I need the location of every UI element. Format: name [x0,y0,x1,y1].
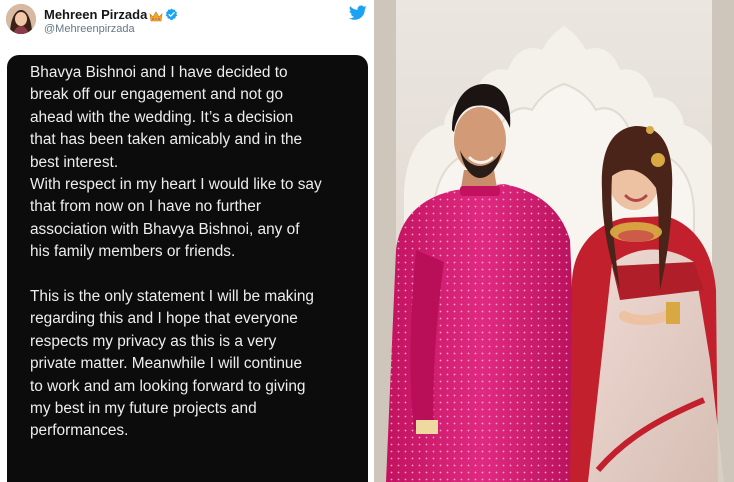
statement-line: his family members or friends. [30,243,236,261]
statement-line: association with Bhavya Bishnoi, any of [30,220,300,238]
statement-line: best interest. [30,153,119,171]
statement-line: my best in my future projects and [30,400,257,418]
statement-line: private matter. Meanwhile I will continu… [30,355,303,373]
statement-line: regarding this and I hope that everyone [30,310,298,328]
statement-line: that from now on I have no further [30,198,261,216]
statement-line: With respect in my heart I would like to… [30,176,322,194]
couple-photo [374,0,734,482]
statement-line: to work and am looking forward to giving [30,377,306,395]
statement-image: Bhavya Bishnoi and I have decided to bre… [7,55,368,482]
statement-line: respects my privacy as this is a very [30,332,277,350]
statement-line: performances. [30,422,129,440]
couple-photo-illustration [374,0,734,482]
verified-badge-icon [165,8,178,21]
tweet-header: Mehreen Pirzada @Mehreenpirzada [0,0,374,50]
statement-line: Bhavya Bishnoi and I have decided to [30,64,288,81]
crown-emoji-icon [149,9,163,21]
user-handle[interactable]: @Mehreenpirzada [44,23,135,35]
statement-line: ahead with the wedding. It’s a decision [30,108,294,126]
statement-line: break off our engagement and not go [30,86,283,104]
twitter-bird-icon[interactable] [348,5,367,21]
statement-line: This is the only statement I will be mak… [30,288,314,306]
name-row: Mehreen Pirzada [44,6,178,22]
display-name[interactable]: Mehreen Pirzada [44,7,147,22]
statement-text: Bhavya Bishnoi and I have decided to bre… [30,62,360,443]
tweet-card: Mehreen Pirzada @Mehreenpirzada Bhavya B… [0,0,374,482]
avatar[interactable] [6,4,36,34]
statement-line: that has been taken amicably and in the [30,131,303,149]
